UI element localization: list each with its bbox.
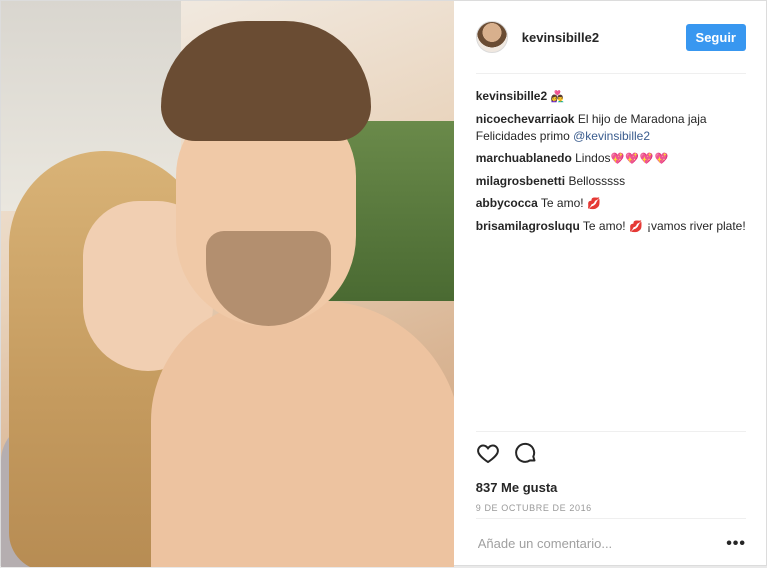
avatar[interactable]: [475, 21, 508, 53]
caption-username[interactable]: kevinsibille2: [476, 89, 547, 103]
action-icons: [476, 442, 746, 468]
post-header: kevinsibille2 Seguir: [475, 1, 746, 74]
comment-item: abbycocca Te amo! 💋: [476, 195, 746, 213]
comment-username[interactable]: milagrosbenetti: [476, 174, 565, 188]
comment-bubble-icon[interactable]: [514, 441, 538, 470]
comment-text-continued: ¡vamos river plate!: [646, 219, 746, 233]
comment-item: brisamilagrosluqu Te amo! 💋 ¡vamos river…: [476, 218, 746, 236]
photo-guy-torso: [151, 301, 454, 567]
comment-username[interactable]: nicoechevarriaok: [476, 112, 575, 126]
comments-list: kevinsibille2 👩‍❤️‍👨 nicoechevarriaok El…: [476, 74, 746, 236]
comment-item: nicoechevarriaok El hijo de Maradona jaj…: [476, 111, 746, 145]
comment-username[interactable]: brisamilagrosluqu: [476, 219, 580, 233]
comment-emoji: 💋: [628, 221, 644, 233]
caption: kevinsibille2 👩‍❤️‍👨: [476, 88, 746, 106]
comment-username[interactable]: abbycocca: [476, 196, 538, 210]
comment-username[interactable]: marchuablanedo: [476, 151, 572, 165]
comment-text: Te amo!: [582, 219, 626, 233]
follow-button[interactable]: Seguir: [685, 23, 746, 51]
comment-emoji: 💖💖💖💖: [610, 153, 670, 165]
comment-item: marchuablanedo Lindos💖💖💖💖: [476, 150, 746, 168]
post-actions: 837 Me gusta 9 DE OCTUBRE DE 2016: [475, 431, 746, 513]
heart-icon[interactable]: [476, 441, 500, 470]
header-username[interactable]: kevinsibille2: [522, 30, 686, 45]
comment-text: Te amo!: [540, 196, 584, 210]
likes-count[interactable]: 837 Me gusta: [476, 480, 746, 495]
comment-emoji: 💋: [586, 198, 602, 210]
post-date: 9 DE OCTUBRE DE 2016: [475, 503, 592, 513]
photo-guy-hair: [161, 21, 371, 141]
instagram-post: kevinsibille2 Seguir kevinsibille2 👩‍❤️‍…: [0, 0, 767, 567]
add-comment-bar: •••: [475, 518, 746, 568]
comment-mention[interactable]: @kevinsibille2: [573, 129, 650, 143]
comment-item: milagrosbenetti Bellosssss: [476, 173, 746, 190]
more-options-icon[interactable]: •••: [726, 535, 746, 553]
post-sidebar: kevinsibille2 Seguir kevinsibille2 👩‍❤️‍…: [454, 1, 766, 567]
comment-text: Bellosssss: [568, 174, 626, 188]
post-photo[interactable]: [1, 1, 454, 567]
caption-emoji: 👩‍❤️‍👨: [550, 91, 566, 103]
comment-input[interactable]: [475, 535, 727, 552]
comment-text: Lindos: [575, 151, 611, 165]
